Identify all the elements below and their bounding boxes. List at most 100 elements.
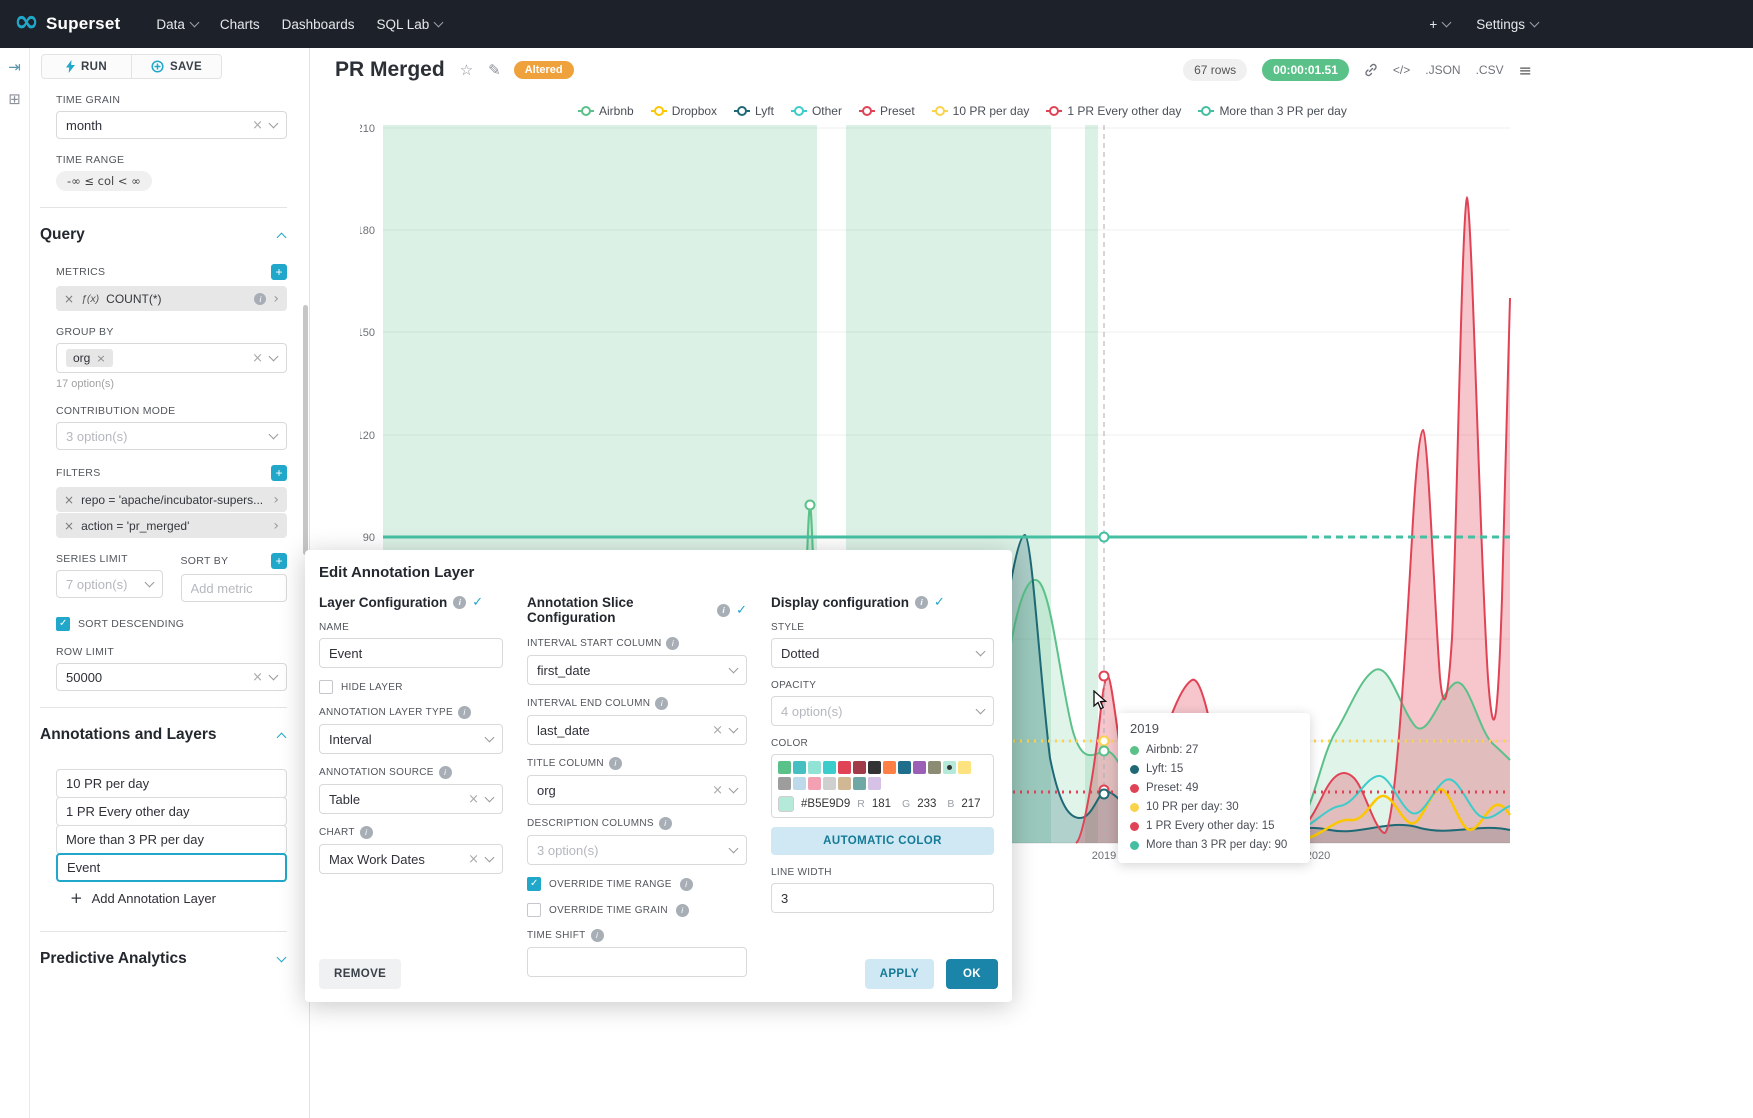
export-csv-button[interactable]: .CSV xyxy=(1476,63,1504,77)
metric-pill[interactable]: × ƒ(x) COUNT(*) i › xyxy=(56,286,287,311)
remove-tag-icon[interactable]: × xyxy=(96,353,105,364)
color-swatch[interactable] xyxy=(853,777,866,790)
color-swatch[interactable] xyxy=(793,777,806,790)
legend-item-dropbox[interactable]: Dropbox xyxy=(651,104,717,118)
color-swatch[interactable] xyxy=(838,761,851,774)
override-time-grain-checkbox[interactable] xyxy=(527,903,541,917)
color-swatch-selected[interactable] xyxy=(943,761,956,774)
add-filter-button[interactable]: + xyxy=(271,465,287,481)
info-icon[interactable]: i xyxy=(717,604,730,617)
time-range-pill[interactable]: -∞ ≤ col < ∞ xyxy=(56,171,152,191)
favorite-star-icon[interactable]: ☆ xyxy=(460,61,473,79)
nav-item-dashboards[interactable]: Dashboards xyxy=(282,17,355,32)
info-icon[interactable]: i xyxy=(666,637,679,650)
info-icon[interactable]: i xyxy=(458,706,471,719)
panel-scrollbar[interactable] xyxy=(303,305,308,555)
description-columns-select[interactable]: 3 option(s) xyxy=(527,835,747,865)
run-button[interactable]: RUN xyxy=(41,54,131,79)
clear-icon[interactable]: × xyxy=(712,784,723,797)
color-swatch[interactable] xyxy=(778,777,791,790)
apply-button[interactable]: APPLY xyxy=(865,959,934,989)
remove-filter-icon[interactable]: × xyxy=(64,493,74,507)
new-menu-button[interactable]: + xyxy=(1429,17,1450,32)
remove-filter-icon[interactable]: × xyxy=(64,519,74,533)
ok-button[interactable]: OK xyxy=(946,959,998,989)
row-limit-select[interactable]: 50000 × xyxy=(56,663,287,691)
legend-item-1pr[interactable]: 1 PR Every other day xyxy=(1046,104,1181,118)
interval-start-select[interactable]: first_date xyxy=(527,655,747,685)
remove-button[interactable]: REMOVE xyxy=(319,959,401,989)
info-icon[interactable]: i xyxy=(254,293,266,305)
sort-by-select[interactable]: Add metric xyxy=(181,574,288,602)
annotation-layer-item-selected[interactable]: Event xyxy=(56,853,287,882)
add-annotation-layer-button[interactable]: + Add Annotation Layer xyxy=(56,882,287,915)
color-swatch[interactable] xyxy=(793,761,806,774)
override-time-range-checkbox[interactable] xyxy=(527,877,541,891)
color-swatch[interactable] xyxy=(868,761,881,774)
legend-item-3pr[interactable]: More than 3 PR per day xyxy=(1198,104,1346,118)
remove-metric-icon[interactable]: × xyxy=(64,292,74,306)
color-swatch[interactable] xyxy=(823,761,836,774)
clear-icon[interactable]: × xyxy=(712,724,723,737)
time-grain-select[interactable]: month × xyxy=(56,111,287,139)
group-by-select[interactable]: org × × xyxy=(56,343,287,373)
legend-item-lyft[interactable]: Lyft xyxy=(734,104,774,118)
hover-marker-10pr[interactable] xyxy=(1100,737,1109,746)
nav-item-charts[interactable]: Charts xyxy=(220,17,260,32)
add-sort-metric-button[interactable]: + xyxy=(271,553,287,569)
data-point-marker[interactable] xyxy=(806,501,815,510)
line-width-input[interactable] xyxy=(771,883,994,913)
annotation-layer-item[interactable]: More than 3 PR per day xyxy=(56,825,287,854)
settings-menu-button[interactable]: Settings xyxy=(1476,17,1538,32)
style-select[interactable]: Dotted xyxy=(771,638,994,668)
info-icon[interactable]: i xyxy=(659,817,672,830)
automatic-color-button[interactable]: AUTOMATIC COLOR xyxy=(771,827,994,855)
legend-item-other[interactable]: Other xyxy=(791,104,842,118)
annotation-layer-type-select[interactable]: Interval xyxy=(319,724,503,754)
more-options-menu-icon[interactable]: ≡ xyxy=(1519,61,1532,80)
export-json-button[interactable]: .JSON xyxy=(1425,63,1460,77)
hover-marker-preset[interactable] xyxy=(1100,672,1109,681)
r-value[interactable]: 181 xyxy=(872,798,891,810)
group-by-tag[interactable]: org × xyxy=(66,349,113,367)
color-swatch[interactable] xyxy=(958,761,971,774)
info-icon[interactable]: i xyxy=(453,596,466,609)
info-icon[interactable]: i xyxy=(360,826,373,839)
filter-pill[interactable]: × repo = 'apache/incubator-supers... › xyxy=(56,487,287,512)
sort-descending-checkbox[interactable] xyxy=(56,617,70,631)
title-column-select[interactable]: org × xyxy=(527,775,747,805)
color-swatch[interactable] xyxy=(883,761,896,774)
contribution-mode-select[interactable]: 3 option(s) xyxy=(56,422,287,450)
info-icon[interactable]: i xyxy=(439,766,452,779)
predictive-analytics-section-header[interactable]: Predictive Analytics xyxy=(40,942,287,970)
edit-title-icon[interactable]: ✎ xyxy=(488,61,501,79)
annotation-source-select[interactable]: Table × xyxy=(319,784,503,814)
clear-icon[interactable]: × xyxy=(468,853,479,866)
color-swatch[interactable] xyxy=(838,777,851,790)
save-button[interactable]: SAVE xyxy=(131,54,222,79)
color-swatch[interactable] xyxy=(913,761,926,774)
color-swatch[interactable] xyxy=(853,761,866,774)
info-icon[interactable]: i xyxy=(680,878,693,891)
hover-marker-airbnb[interactable] xyxy=(1100,747,1109,756)
info-icon[interactable]: i xyxy=(915,596,928,609)
color-swatch[interactable] xyxy=(808,761,821,774)
add-metric-button[interactable]: + xyxy=(271,264,287,280)
nav-item-data[interactable]: Data xyxy=(156,17,198,32)
info-icon[interactable]: i xyxy=(591,929,604,942)
color-swatch[interactable] xyxy=(928,761,941,774)
dataset-grid-icon[interactable]: ⊞ xyxy=(8,90,21,108)
opacity-select[interactable]: 4 option(s) xyxy=(771,696,994,726)
color-swatch[interactable] xyxy=(868,777,881,790)
legend-item-airbnb[interactable]: Airbnb xyxy=(578,104,634,118)
annotation-layer-item[interactable]: 1 PR Every other day xyxy=(56,797,287,826)
hover-marker-lyft[interactable] xyxy=(1100,790,1109,799)
annotations-section-header[interactable]: Annotations and Layers xyxy=(40,718,287,746)
clear-icon[interactable]: × xyxy=(252,352,263,365)
color-swatch[interactable] xyxy=(898,761,911,774)
hide-layer-checkbox[interactable] xyxy=(319,680,333,694)
filter-pill[interactable]: × action = 'pr_merged' › xyxy=(56,513,287,538)
clear-icon[interactable]: × xyxy=(252,671,263,684)
name-input[interactable] xyxy=(319,638,503,668)
annotation-band[interactable] xyxy=(1085,125,1098,843)
